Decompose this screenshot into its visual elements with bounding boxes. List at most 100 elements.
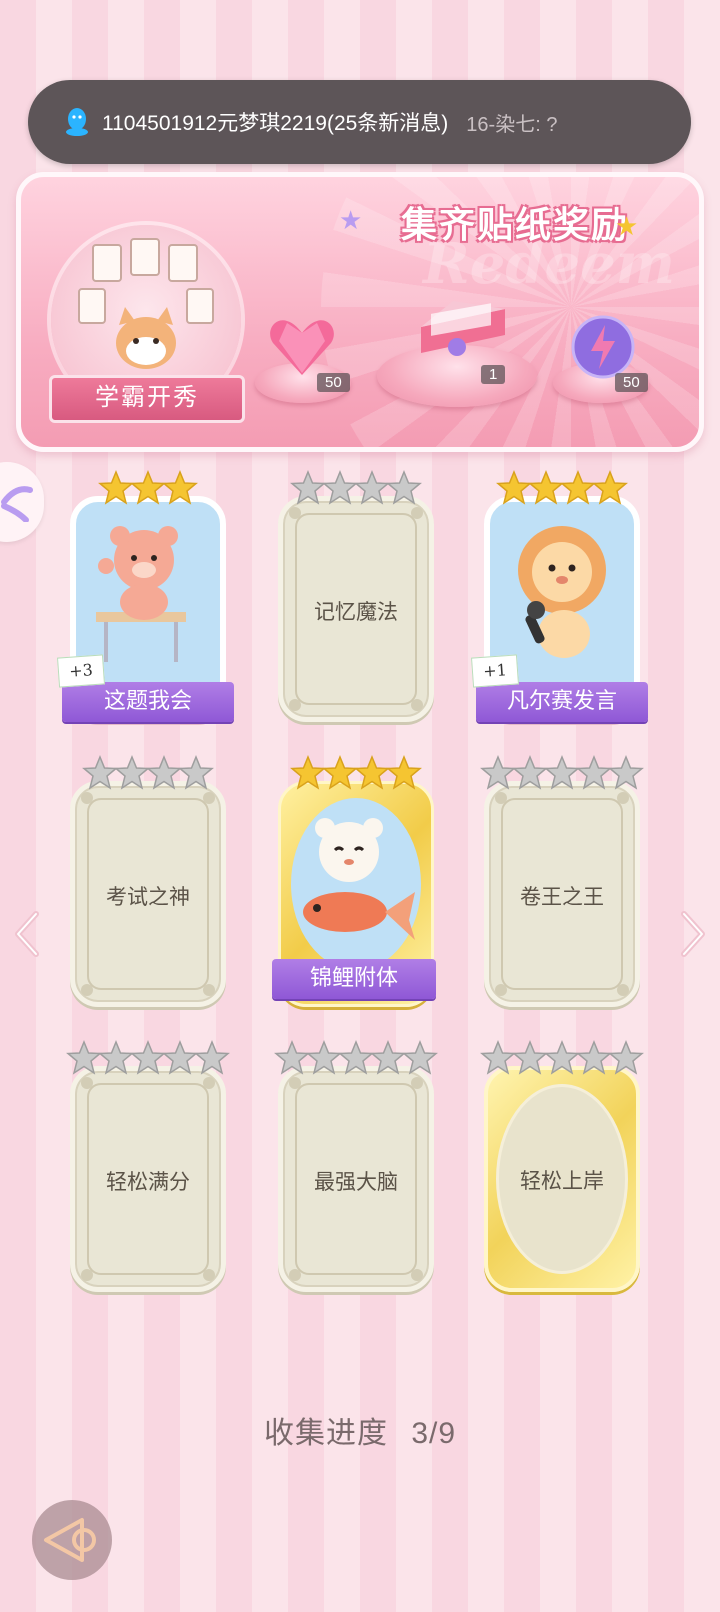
frame-corner (495, 984, 507, 996)
bonus-badge: +1 (471, 654, 519, 688)
star-rating (474, 470, 650, 510)
frame-corner (81, 1269, 93, 1281)
sticker-card[interactable]: 考试之神 (60, 755, 236, 1025)
collection-progress: 收集进度 3/9 (0, 1408, 720, 1452)
reward-count: 50 (317, 373, 350, 392)
gold-star-icon (322, 755, 358, 790)
gray-star-icon (544, 1040, 580, 1075)
gold-star-icon (560, 470, 596, 505)
energy-orb-icon (571, 315, 635, 379)
gray-star-icon (576, 1040, 612, 1075)
frame-corner (411, 699, 423, 711)
sticker-name-banner: 这题我会 (62, 682, 234, 722)
star-rating (268, 1040, 444, 1080)
gray-star-icon (162, 1040, 198, 1075)
sticker-card[interactable]: 凡尔赛发言 +1 (471, 470, 650, 740)
gold-star-icon (290, 755, 326, 790)
star-icon: ★ (615, 211, 639, 241)
star-rating (60, 755, 236, 795)
gold-star-icon (130, 470, 166, 505)
qq-icon (66, 108, 88, 136)
gold-star-icon (162, 470, 198, 505)
frame-corner (289, 1269, 301, 1281)
back-arrow-icon (44, 1518, 96, 1562)
sticker-name-banner: 锦鲤附体 (272, 959, 436, 999)
locked-sticker-frame: 记忆魔法 (278, 496, 434, 722)
sticker-name: 考试之神 (106, 885, 190, 909)
sticker-card[interactable]: 轻松满分 (60, 1040, 236, 1310)
gold-star-icon (354, 755, 390, 790)
gold-star-icon (592, 470, 628, 505)
gray-star-icon (544, 755, 580, 790)
locked-sticker-frame: 卷王之王 (484, 781, 640, 1007)
gray-star-icon (82, 755, 118, 790)
gray-star-icon (146, 755, 182, 790)
gray-star-icon (608, 1040, 644, 1075)
star-rating (60, 1040, 236, 1080)
sticker-name: 卷王之王 (520, 885, 604, 909)
back-button[interactable] (32, 1500, 112, 1580)
frame-corner (411, 1269, 423, 1281)
notification-banner[interactable]: 1104501912元梦琪2219(25条新消息) 16-染七: ? (28, 80, 691, 164)
sticker-card[interactable]: 最强大脑 (268, 1040, 444, 1310)
next-page-button[interactable] (676, 910, 710, 958)
gray-star-icon (290, 470, 326, 505)
gold-star-icon (386, 755, 422, 790)
gray-star-icon (130, 1040, 166, 1075)
locked-sticker-frame: 轻松上岸 (484, 1066, 640, 1292)
gray-star-icon (608, 755, 644, 790)
bear-at-desk-icon (96, 526, 186, 662)
star-rating (60, 470, 236, 510)
gray-star-icon (178, 755, 214, 790)
sticker-name: 记忆魔法 (314, 600, 398, 624)
locked-sticker-frame: 最强大脑 (278, 1066, 434, 1292)
sticker-card[interactable]: 卷王之王 (474, 755, 650, 1025)
gray-star-icon (338, 1040, 374, 1075)
locked-sticker-frame: 考试之神 (70, 781, 226, 1007)
gray-star-icon (402, 1040, 438, 1075)
sticker-card[interactable]: 这题我会 +3 (57, 470, 236, 740)
sticker-name: 轻松满分 (106, 1170, 190, 1194)
sticker-card[interactable]: 锦鲤附体 (268, 755, 444, 1025)
gold-star-icon (528, 470, 564, 505)
star-rating (268, 755, 444, 795)
badge-ribbon: 学霸开秀 (49, 375, 245, 423)
locked-sticker-frame: 轻松满分 (70, 1066, 226, 1292)
frame-corner (203, 1269, 215, 1281)
gray-star-icon (386, 470, 422, 505)
reward-count: 50 (615, 373, 648, 392)
notification-preview: 16-染七: ? (466, 113, 558, 136)
gift-box-icon (421, 301, 505, 356)
star-rating (268, 470, 444, 510)
gray-star-icon (114, 755, 150, 790)
gray-star-icon (512, 755, 548, 790)
star-icon: ★ (339, 205, 363, 235)
gray-star-icon (274, 1040, 310, 1075)
gray-star-icon (306, 1040, 342, 1075)
gray-star-icon (480, 1040, 516, 1075)
sticker-card[interactable]: 轻松上岸 (474, 1040, 650, 1310)
swirl-icon (1, 486, 33, 522)
bear-with-koi-icon (303, 818, 415, 940)
sticker-name-banner: 凡尔赛发言 (476, 682, 648, 722)
reward-count: 1 (481, 365, 506, 384)
progress-value: 3/9 (411, 1417, 457, 1450)
prev-page-button[interactable] (10, 910, 44, 958)
gray-star-icon (354, 470, 390, 505)
gray-star-icon (322, 470, 358, 505)
sticker-name: 轻松上岸 (520, 1169, 604, 1193)
gold-star-icon (496, 470, 532, 505)
notification-message: 1104501912元梦琪2219(25条新消息) (102, 112, 449, 135)
star-rating (474, 1040, 650, 1080)
sticker-name: 最强大脑 (314, 1170, 398, 1194)
heart-gem-icon (270, 320, 334, 375)
frame-corner (617, 984, 629, 996)
progress-label: 收集进度 (263, 1417, 388, 1450)
sticker-card[interactable]: 记忆魔法 (268, 470, 444, 740)
lion-with-mic-icon (518, 526, 606, 658)
gold-star-icon (98, 470, 134, 505)
side-menu-tab[interactable] (0, 462, 44, 542)
bonus-badge: +3 (57, 654, 105, 688)
gray-star-icon (576, 755, 612, 790)
banner-title: 集齐贴纸奖励 (401, 204, 630, 245)
